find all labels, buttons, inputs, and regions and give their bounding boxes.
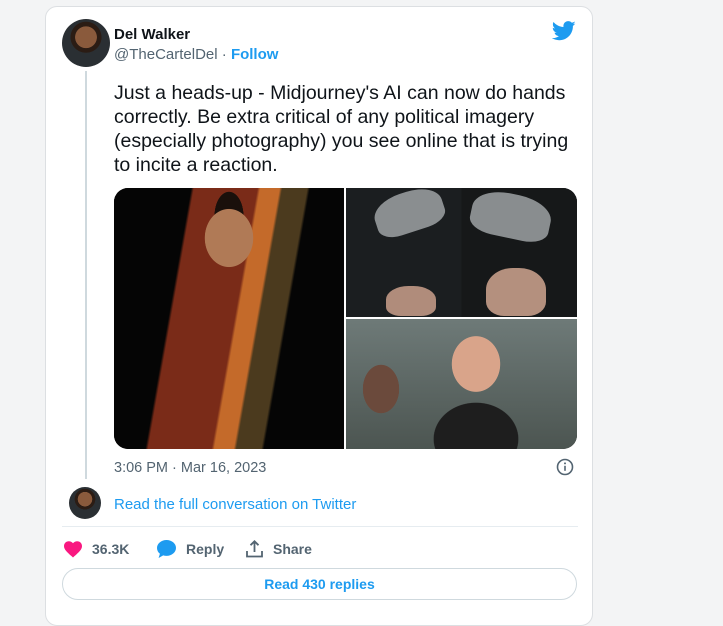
photo-hands[interactable] [346,188,577,317]
media-divider [346,317,577,319]
like-count: 36.3K [92,541,130,557]
author-name[interactable]: Del Walker [114,26,190,43]
hand-shape [386,286,436,316]
hand-shape [369,188,449,242]
author-avatar[interactable] [62,19,110,67]
share-label: Share [273,541,312,557]
media-grid [114,188,577,449]
tweet-card: Del Walker @TheCartelDel · Follow Just a… [45,6,593,626]
follow-link[interactable]: Follow [231,46,279,63]
info-icon[interactable] [556,458,574,476]
author-handle-row: @TheCartelDel · Follow [114,46,278,63]
hand-shape [467,188,555,246]
hand-shape [486,268,546,316]
reply-label: Reply [186,541,225,557]
tweet-text: Just a heads-up - Midjourney's AI can no… [114,82,569,176]
read-conversation-link[interactable]: Read the full conversation on Twitter [114,496,356,513]
like-button[interactable]: 36.3K [64,538,129,560]
reply-button[interactable]: Reply [157,538,224,560]
share-button[interactable]: Share [246,538,312,560]
tweet-timestamp[interactable]: 3:06 PM · Mar 16, 2023 [114,460,266,476]
twitter-bird-icon[interactable] [552,21,576,41]
photo-woman-in-sari[interactable] [114,188,344,449]
photo-smiling-man-thumbs-up[interactable] [346,319,577,449]
thread-line [85,71,87,479]
conversation-avatar[interactable] [69,487,101,519]
heart-icon [64,540,82,557]
divider [62,526,578,527]
read-replies-button[interactable]: Read 430 replies [62,568,577,600]
author-handle[interactable]: @TheCartelDel [114,46,218,63]
handle-separator: · [217,46,231,63]
share-icon [246,540,263,558]
reply-icon [157,540,176,558]
